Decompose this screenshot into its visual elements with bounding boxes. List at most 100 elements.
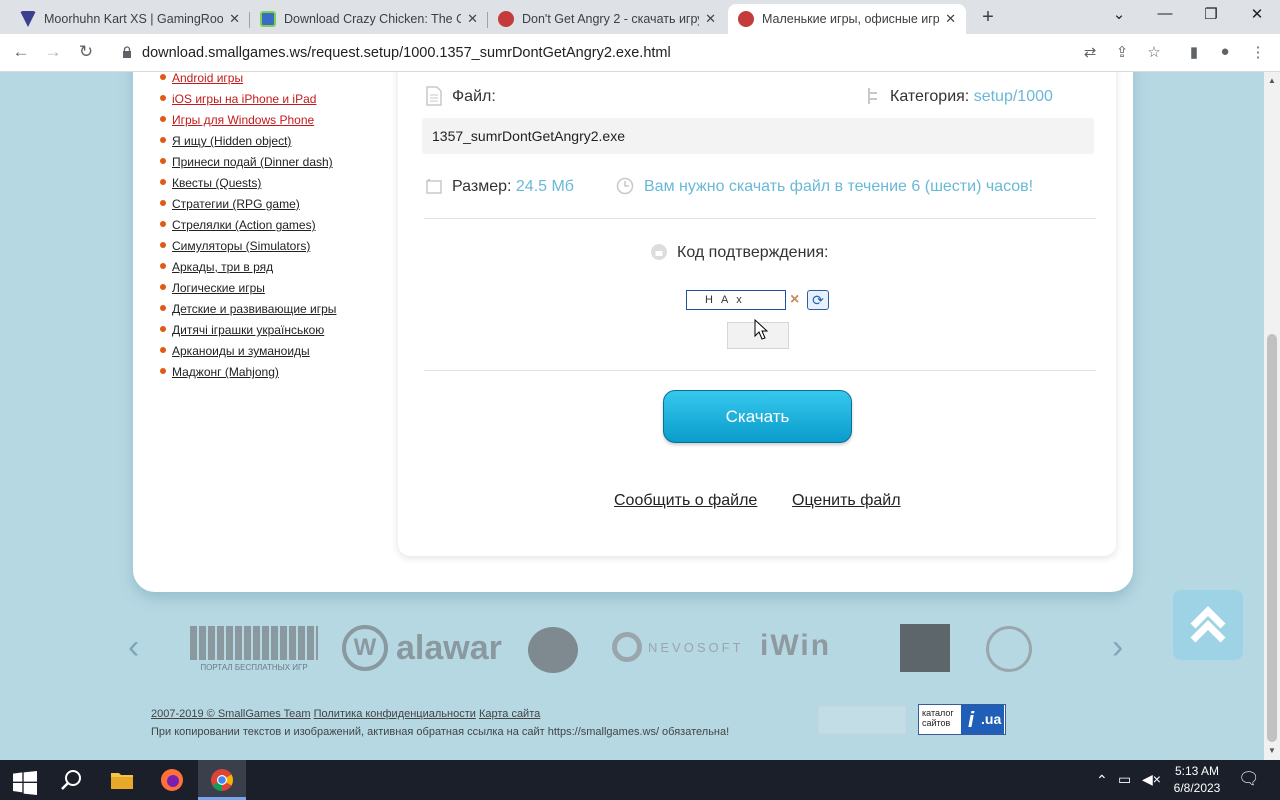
scroll-down-icon[interactable]: ▼	[1264, 746, 1280, 755]
share-icon[interactable]: ⇪	[1112, 43, 1132, 61]
nevosoft-logo[interactable]: NEVOSOFT	[612, 632, 744, 662]
search-icon[interactable]	[60, 768, 84, 792]
menu-kebab-icon[interactable]: ⋮	[1248, 43, 1268, 61]
report-file-link[interactable]: Сообщить о файле	[614, 492, 757, 510]
list-item[interactable]: Дитячі іграшки українською	[160, 324, 336, 345]
nevosoft-text: NEVOSOFT	[648, 639, 744, 655]
scroll-to-top-button[interactable]	[1173, 590, 1243, 660]
carousel-prev-icon[interactable]: ‹	[128, 628, 139, 667]
list-item[interactable]: Арканоиды и зуманоиды	[160, 345, 336, 366]
chicken-favicon-icon	[260, 11, 276, 27]
firefox-icon[interactable]	[160, 768, 184, 792]
mirpalochki-logo[interactable]: ПОРТАЛ БЕСПЛАТНЫХ ИГР	[190, 626, 318, 674]
divider	[424, 218, 1096, 219]
side-panel-icon[interactable]: ▮	[1184, 43, 1204, 61]
restore-icon[interactable]: ❐	[1196, 5, 1226, 23]
tab-small-games[interactable]: Маленькие игры, офисные игры ✕	[728, 4, 966, 34]
category-link[interactable]: Квесты (Quests)	[172, 176, 261, 190]
list-item[interactable]: Стрелялки (Action games)	[160, 219, 336, 240]
close-tab-icon[interactable]: ✕	[229, 11, 240, 27]
reload-icon[interactable]: ↻	[75, 42, 97, 62]
list-item[interactable]: Аркады, три в ряд	[160, 261, 336, 282]
alawar-text: alawar	[396, 628, 502, 667]
category-link[interactable]: iOS игры на iPhone и iPad	[172, 92, 316, 106]
sitemap-link[interactable]: Карта сайта	[479, 708, 540, 720]
category-link[interactable]: Принеси подай (Dinner dash)	[172, 155, 333, 169]
category-link[interactable]: Арканоиды и зуманоиды	[172, 344, 310, 358]
list-item[interactable]: iOS игры на iPhone и iPad	[160, 93, 336, 114]
list-item[interactable]: Android игры	[160, 72, 336, 93]
category-link[interactable]: Игры для Windows Phone	[172, 113, 314, 127]
category-link[interactable]: Дитячі іграшки українською	[172, 323, 324, 337]
tab-dont-get-angry[interactable]: Don't Get Angry 2 - скачать игру ✕	[488, 4, 726, 34]
privacy-link[interactable]: Политика конфиденциальности	[314, 708, 476, 720]
address-bar[interactable]: download.smallgames.ws/request.setup/100…	[108, 38, 1108, 68]
list-item[interactable]: Симуляторы (Simulators)	[160, 240, 336, 261]
volume-muted-icon[interactable]: ◀×	[1142, 771, 1161, 788]
forward-arrow-icon[interactable]: →	[42, 42, 64, 62]
tab-moorhuhn[interactable]: Moorhuhn Kart XS | GamingRoo ✕	[10, 4, 250, 34]
clock-date[interactable]: 6/8/2023	[1169, 781, 1225, 795]
category-link[interactable]: Стрелялки (Action games)	[172, 218, 316, 232]
tab-crazy-chicken[interactable]: Download Crazy Chicken: The Or ✕	[250, 4, 488, 34]
list-item[interactable]: Квесты (Quests)	[160, 177, 336, 198]
scrollbar-thumb[interactable]	[1267, 334, 1277, 742]
profile-avatar-icon[interactable]: ●	[1215, 43, 1235, 60]
download-button[interactable]: Скачать	[663, 390, 852, 443]
copyright-link[interactable]: 2007-2019 © SmallGames Team	[151, 708, 311, 720]
crosshair-logo-icon[interactable]	[986, 626, 1032, 672]
back-arrow-icon[interactable]: ←	[10, 42, 32, 62]
network-icon[interactable]: ▭	[1118, 771, 1131, 788]
new-tab-icon[interactable]: +	[978, 6, 998, 29]
bookmark-star-icon[interactable]: ☆	[1144, 43, 1164, 61]
catalog-domain: .ua	[981, 705, 1005, 734]
minimize-icon[interactable]: —	[1150, 5, 1180, 22]
carousel-next-icon[interactable]: ›	[1112, 628, 1123, 667]
close-tab-icon[interactable]: ✕	[945, 11, 956, 27]
chrome-taskbar-button[interactable]	[198, 760, 246, 800]
category-link[interactable]: Симуляторы (Simulators)	[172, 239, 310, 253]
category-icon	[868, 88, 877, 104]
catalog-badge[interactable]: каталог сайтов i .ua	[918, 704, 1006, 735]
category-link[interactable]: Android игры	[172, 72, 243, 85]
category-link[interactable]: Стратегии (RPG game)	[172, 197, 300, 211]
list-item[interactable]: Принеси подай (Dinner dash)	[160, 156, 336, 177]
windows-start-icon[interactable]	[13, 771, 37, 795]
list-item[interactable]: Маджонг (Mahjong)	[160, 366, 336, 387]
notifications-icon[interactable]: 🗨	[1238, 769, 1260, 789]
list-item[interactable]: Игры для Windows Phone	[160, 114, 336, 135]
close-window-icon[interactable]: ✕	[1242, 5, 1272, 23]
category-link[interactable]: Детские и развивающие игры	[172, 302, 336, 316]
iwin-logo[interactable]: iWin	[760, 629, 831, 663]
captcha-refresh-icon[interactable]: ⟳	[807, 290, 829, 310]
category-link[interactable]: Я ищу (Hidden object)	[172, 134, 291, 148]
category-label-text: Категория:	[890, 88, 970, 105]
category-link[interactable]: Логические игры	[172, 281, 265, 295]
tab-title: Маленькие игры, офисные игры	[762, 12, 940, 26]
clock-time[interactable]: 5:13 AM	[1173, 764, 1221, 778]
list-item[interactable]: Стратегии (RPG game)	[160, 198, 336, 219]
alawar-logo[interactable]: W alawar	[342, 625, 502, 671]
translate-icon[interactable]: ⇄	[1080, 43, 1100, 61]
category-link[interactable]: Аркады, три в ряд	[172, 260, 273, 274]
game-logo-icon[interactable]	[900, 624, 950, 672]
close-tab-icon[interactable]: ✕	[467, 11, 478, 27]
taskbar: ⌃ ▭ ◀× 5:13 AM 6/8/2023 🗨	[0, 760, 1280, 800]
close-tab-icon[interactable]: ✕	[705, 11, 716, 27]
category-label: Категория: setup/1000	[890, 88, 1053, 106]
scroll-up-icon[interactable]: ▲	[1264, 76, 1280, 85]
category-link[interactable]: Маджонг (Mahjong)	[172, 365, 279, 379]
tab-search-chevron-icon[interactable]: ⌄	[1104, 5, 1134, 23]
list-item[interactable]: Детские и развивающие игры	[160, 303, 336, 324]
tray-chevron-icon[interactable]: ⌃	[1096, 772, 1108, 789]
list-item[interactable]: Я ищу (Hidden object)	[160, 135, 336, 156]
chrome-icon	[211, 769, 233, 791]
list-item[interactable]: Логические игры	[160, 282, 336, 303]
file-explorer-icon[interactable]	[110, 768, 134, 792]
rate-file-link[interactable]: Оценить файл	[792, 492, 901, 510]
captcha-clear-icon[interactable]: ×	[790, 291, 799, 309]
bigfish-logo-icon[interactable]	[528, 627, 578, 673]
page-scrollbar[interactable]: ▲ ▼	[1264, 72, 1280, 760]
category-value[interactable]: setup/1000	[974, 88, 1053, 105]
file-label: Файл:	[452, 88, 496, 105]
